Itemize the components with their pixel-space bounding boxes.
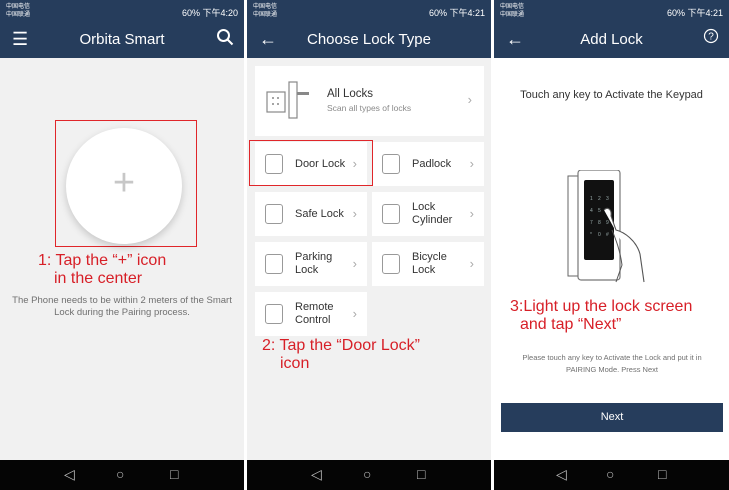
svg-text:8: 8 — [598, 220, 601, 226]
step3-annotation: 3:Light up the lock screen and tap “Next… — [510, 298, 693, 333]
keypad-illustration: 123 456 789 *0# — [567, 170, 645, 283]
next-button[interactable]: Next — [501, 403, 723, 432]
lock-type-lock-cylinder[interactable]: Lock Cylinder › — [372, 192, 484, 236]
app-bar: ☰ Orbita Smart — [0, 22, 244, 58]
page-title: Choose Lock Type — [307, 31, 431, 48]
nav-bar: ◁ ○ □ — [247, 460, 491, 490]
lock-type-safe-lock[interactable]: Safe Lock › — [255, 192, 367, 236]
lock-type-bicycle-lock[interactable]: Bicycle Lock › — [372, 242, 484, 286]
svg-text:1: 1 — [590, 196, 593, 202]
svg-text:0: 0 — [598, 232, 601, 238]
lock-type-padlock[interactable]: Padlock › — [372, 142, 484, 186]
lock-type-label: Parking Lock — [295, 251, 333, 276]
status-bar: 中国电信 中国联通 60% 下午4:21 — [247, 0, 491, 22]
chevron-right-icon: › — [467, 92, 472, 107]
plus-icon: + — [112, 162, 136, 204]
svg-text:9: 9 — [606, 220, 609, 226]
recents-nav-icon[interactable]: □ — [417, 466, 425, 482]
all-locks-icon — [266, 81, 309, 119]
chevron-right-icon: › — [469, 156, 474, 171]
all-locks-card[interactable]: All Locks Scan all types of locks › — [255, 66, 484, 136]
chevron-right-icon: › — [469, 256, 474, 271]
chevron-right-icon: › — [352, 306, 357, 321]
svg-text:*: * — [590, 232, 592, 238]
help-icon[interactable]: ? — [703, 28, 719, 49]
bicycle-lock-icon — [382, 254, 400, 274]
page-title: Orbita Smart — [79, 31, 165, 48]
svg-text:?: ? — [708, 32, 714, 43]
all-locks-title: All Locks — [327, 88, 374, 100]
lock-type-label: Remote Control — [295, 301, 334, 326]
app-bar: ← Add Lock ? — [494, 22, 729, 58]
page-title: Add Lock — [580, 31, 643, 48]
lock-cylinder-icon — [382, 204, 400, 224]
parking-lock-icon — [265, 254, 283, 274]
door-lock-highlight-box — [249, 140, 373, 186]
svg-text:#: # — [606, 232, 609, 238]
step1-annotation: 1: Tap the “+” icon in the center — [38, 252, 167, 287]
chevron-right-icon: › — [469, 206, 474, 221]
lock-type-label: Bicycle Lock — [412, 251, 447, 276]
chevron-right-icon: › — [352, 206, 357, 221]
back-nav-icon[interactable]: ◁ — [64, 466, 75, 483]
svg-text:2: 2 — [598, 196, 601, 202]
safe-lock-icon — [265, 204, 283, 224]
status-time: 下午4:20 — [202, 8, 238, 18]
padlock-icon — [382, 154, 400, 174]
nav-bar: ◁ ○ □ — [0, 460, 244, 490]
app-bar: ← Choose Lock Type — [247, 22, 491, 58]
home-nav-icon[interactable]: ○ — [606, 466, 614, 482]
svg-text:4: 4 — [590, 208, 593, 214]
carrier-info: 中国电信 中国联通 — [6, 4, 31, 18]
search-icon[interactable] — [216, 28, 234, 51]
nav-bar: ◁ ○ □ — [494, 460, 729, 490]
remote-control-icon — [265, 304, 283, 324]
choose-lock-type-screen: 中国电信 中国联通 60% 下午4:21 ← Choose Lock Type … — [247, 0, 491, 490]
add-device-button[interactable]: + — [66, 128, 182, 244]
lock-type-label: Safe Lock — [295, 208, 344, 220]
svg-text:3: 3 — [606, 196, 609, 202]
home-screen: 中国电信 中国联通 60% 下午4:20 ☰ Orbita Smart + 1:… — [0, 0, 244, 490]
chevron-right-icon: › — [352, 256, 357, 271]
battery-text: 60% — [181, 8, 200, 18]
svg-text:7: 7 — [590, 220, 593, 226]
back-nav-icon[interactable]: ◁ — [556, 466, 567, 483]
lock-type-label: Padlock — [412, 158, 452, 170]
pairing-distance-note: The Phone needs to be within 2 meters of… — [12, 295, 232, 318]
status-bar: 中国电信 中国联通 60% 下午4:20 — [0, 0, 244, 22]
recents-nav-icon[interactable]: □ — [658, 466, 666, 482]
step2-annotation: 2: Tap the “Door Lock” icon — [262, 337, 421, 372]
lock-type-remote-control[interactable]: Remote Control › — [255, 292, 367, 336]
keypad-instruction: Touch any key to Activate the Keypad — [520, 89, 703, 101]
svg-text:5: 5 — [598, 208, 601, 214]
back-nav-icon[interactable]: ◁ — [311, 466, 322, 483]
all-locks-subtitle: Scan all types of locks — [327, 103, 412, 113]
lock-type-parking-lock[interactable]: Parking Lock › — [255, 242, 367, 286]
status-bar: 中国电信 中国联通 60% 下午4:21 — [494, 0, 729, 22]
pairing-mode-note: Please touch any key to Activate the Loc… — [522, 353, 702, 374]
lock-type-label: Lock Cylinder — [412, 201, 453, 226]
home-nav-icon[interactable]: ○ — [116, 466, 124, 482]
add-lock-screen: 中国电信 中国联通 60% 下午4:21 ← Add Lock ? Touch … — [494, 0, 729, 490]
home-nav-icon[interactable]: ○ — [363, 466, 371, 482]
recents-nav-icon[interactable]: □ — [170, 466, 178, 482]
